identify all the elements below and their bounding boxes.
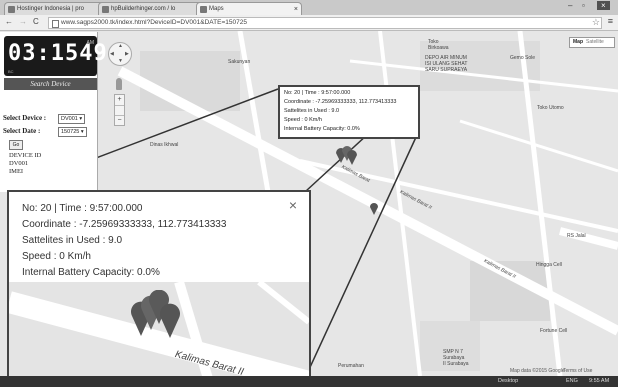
- map-label: Dinas Ikhwal: [150, 142, 179, 148]
- select-date-label: Select Date :: [3, 127, 41, 135]
- browser-tab-hostinger[interactable]: Hostinger Indonesia | pro ×: [4, 2, 110, 16]
- marker-cluster-icon[interactable]: [127, 290, 185, 342]
- browser-tab-builder[interactable]: hpBuilderhinger.com / lo ×: [98, 2, 208, 16]
- zoom-slider[interactable]: [115, 105, 124, 116]
- bookmark-star-icon[interactable]: ☆: [592, 17, 600, 28]
- favicon-icon: [8, 6, 15, 13]
- taskbar-clock: 9:55 AM: [589, 378, 610, 384]
- info-line: Speed : 0 Km/h: [284, 117, 322, 123]
- os-taskbar: Desktop ENG 9:55 AM: [0, 376, 618, 387]
- url-text: www.sagps2000.tk/index.html?DeviceID=DV0…: [61, 19, 247, 26]
- device-select[interactable]: DV001 ▾: [58, 114, 86, 124]
- info-line: Coordinate : -7.25969333333, 112.7734133…: [284, 99, 397, 105]
- restore-button[interactable]: ▫: [582, 1, 585, 10]
- info-line: No: 20 | Time : 9:57:00.000: [284, 90, 351, 96]
- zoomed-map: Kalimas Barat II: [9, 282, 309, 382]
- map-label: Fortune Cell: [540, 328, 568, 334]
- map-label: Sakunyan: [228, 59, 251, 65]
- info-line: No: 20 | Time : 9:57:00.000: [22, 203, 143, 214]
- map-type-map-button[interactable]: Map: [573, 39, 583, 45]
- zoom-out-button[interactable]: −: [115, 116, 124, 126]
- pan-control[interactable]: ▲ ▼ ◀ ▶: [108, 42, 132, 66]
- select-device-label: Select Device :: [3, 114, 47, 122]
- favicon-icon: [102, 6, 109, 13]
- clock-sub: BC: [8, 69, 14, 74]
- close-window-button[interactable]: ×: [597, 1, 610, 10]
- map-marker-icon[interactable]: [369, 201, 379, 215]
- zoom-control: + −: [114, 94, 125, 126]
- map-label: Hingga Cell: [536, 262, 562, 268]
- back-button[interactable]: ←: [5, 17, 13, 26]
- clock-ampm: AM: [86, 40, 95, 46]
- digital-clock: 03:1549 AM BC: [4, 36, 107, 76]
- map-label: Toko Birkoawa: [428, 39, 449, 51]
- menu-icon[interactable]: ≡: [608, 16, 613, 26]
- terms-link[interactable]: Terms of Use: [563, 368, 592, 374]
- device-info-line: DEVICE ID: [9, 152, 42, 159]
- info-content: No: 20 | Time : 9:57:00.000 Coordinate :…: [22, 201, 226, 281]
- minimize-button[interactable]: –: [568, 1, 572, 10]
- page-icon: [52, 20, 59, 28]
- zoom-in-button[interactable]: +: [115, 95, 124, 105]
- close-info-window-icon[interactable]: ×: [289, 197, 297, 213]
- pan-left-icon[interactable]: ◀: [110, 51, 114, 57]
- info-line: Sattelites in Used : 9.0: [22, 235, 123, 246]
- pan-down-icon[interactable]: ▼: [118, 58, 123, 64]
- street-view-pegman-icon[interactable]: [116, 78, 122, 90]
- pan-right-icon[interactable]: ▶: [125, 51, 129, 57]
- date-select[interactable]: 150725 ▾: [58, 127, 87, 137]
- info-window-zoomed: No: 20 | Time : 9:57:00.000 Coordinate :…: [7, 190, 311, 384]
- device-select-value: DV001: [61, 116, 78, 122]
- map-attribution: Map data ©2015 Google: [510, 368, 565, 374]
- map-label: Perumahan: [338, 363, 364, 369]
- info-line: Sattelites in Used : 9.0: [284, 108, 340, 114]
- marker-cluster-icon[interactable]: [333, 139, 359, 167]
- map-label: SMP N 7 Surabaya II Surabaya: [443, 349, 469, 367]
- map-label: DEPO AIR MINUM ISI ULANG SEHAT SARU SUPRAE…: [425, 55, 468, 73]
- tab-label: Hostinger Indonesia | pro: [17, 6, 84, 12]
- info-line: Internal Battery Capacity: 0.0%: [284, 126, 360, 132]
- map-type-selector: Map Satellite: [569, 37, 615, 48]
- address-bar: ← → C www.sagps2000.tk/index.html?Device…: [0, 15, 618, 31]
- date-select-value: 150725: [61, 129, 80, 135]
- tab-bar: Hostinger Indonesia | pro × hpBuilderhin…: [0, 0, 618, 16]
- map-label: RS Jalal: [567, 233, 586, 239]
- pan-up-icon[interactable]: ▲: [118, 43, 123, 49]
- taskbar-language[interactable]: ENG: [566, 378, 578, 384]
- info-window-small: No: 20 | Time : 9:57:00.000 Coordinate :…: [278, 85, 420, 139]
- control-panel: 03:1549 AM BC Search Device Select Devic…: [0, 32, 107, 192]
- search-device-heading: Search Device: [4, 78, 97, 90]
- go-button[interactable]: Go: [9, 140, 23, 150]
- map-type-satellite-button[interactable]: Satellite: [586, 39, 604, 45]
- favicon-icon: [200, 6, 207, 13]
- reload-button[interactable]: C: [33, 17, 39, 26]
- map-label: Toko Utomo: [537, 105, 564, 111]
- info-line: Internal Battery Capacity: 0.0%: [22, 267, 160, 278]
- forward-button[interactable]: →: [19, 17, 27, 26]
- url-input[interactable]: www.sagps2000.tk/index.html?DeviceID=DV0…: [48, 17, 602, 29]
- tab-label: hpBuilderhinger.com / lo: [111, 6, 176, 12]
- browser-tab-maps[interactable]: Maps ×: [196, 2, 302, 16]
- tab-label: Maps: [209, 6, 224, 12]
- device-info-line: IMEI: [9, 168, 24, 175]
- info-line: Coordinate : -7.25969333333, 112.7734133…: [22, 219, 227, 230]
- map-label: Gemo Sole: [510, 55, 536, 61]
- device-info: DEVICE ID DV001 IMEI: [9, 152, 41, 176]
- device-info-line: DV001: [9, 160, 29, 167]
- info-line: Speed : 0 Km/h: [22, 251, 91, 262]
- taskbar-desktop[interactable]: Desktop: [498, 378, 518, 384]
